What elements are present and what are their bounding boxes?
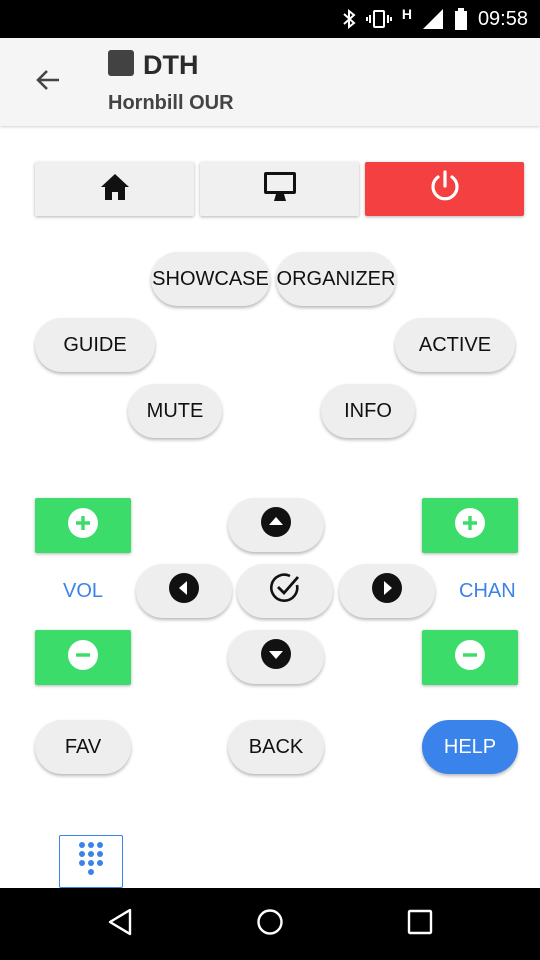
fav-button[interactable]: FAV <box>35 720 131 774</box>
power-icon <box>428 169 462 209</box>
guide-button[interactable]: GUIDE <box>35 318 155 372</box>
dpad-ok-button[interactable] <box>237 564 333 618</box>
active-button[interactable]: ACTIVE <box>395 318 515 372</box>
nav-home-button[interactable] <box>230 888 310 960</box>
volume-up-button[interactable] <box>35 498 131 553</box>
page-title: DTH <box>143 50 199 80</box>
arrow-down-circle-icon <box>260 638 292 676</box>
dialpad-icon <box>78 841 104 882</box>
app-bar: DTH Hornbill OUR <box>0 38 540 126</box>
minus-circle-icon <box>67 639 99 676</box>
bluetooth-icon <box>342 9 356 29</box>
tv-button[interactable] <box>200 162 359 216</box>
network-type-indicator: H <box>401 6 412 22</box>
home-circle-icon <box>256 908 284 941</box>
info-button[interactable]: INFO <box>321 384 415 438</box>
arrow-right-circle-icon <box>371 572 403 610</box>
back-triangle-icon <box>107 908 133 941</box>
battery-icon <box>454 8 468 30</box>
channel-down-button[interactable] <box>422 630 518 685</box>
volume-label: VOL <box>63 580 104 602</box>
back-button[interactable]: BACK <box>228 720 324 774</box>
arrow-left-circle-icon <box>168 572 200 610</box>
arrow-up-circle-icon <box>260 506 292 544</box>
nav-back-button[interactable] <box>80 888 160 960</box>
status-bar: H 09:58 <box>0 0 540 38</box>
plus-circle-icon <box>67 507 99 544</box>
device-icon <box>108 50 134 76</box>
dpad-up-button[interactable] <box>228 498 324 552</box>
dpad-down-button[interactable] <box>228 630 324 684</box>
home-button[interactable] <box>35 162 194 216</box>
vibrate-icon <box>365 9 392 29</box>
check-circle-icon <box>268 571 302 611</box>
arrow-back-icon <box>35 68 61 97</box>
power-button[interactable] <box>365 162 524 216</box>
showcase-button[interactable]: SHOWCASE <box>151 252 270 306</box>
volume-down-button[interactable] <box>35 630 131 685</box>
mute-button[interactable]: MUTE <box>128 384 222 438</box>
dpad-right-button[interactable] <box>339 564 435 618</box>
home-icon <box>100 173 130 206</box>
page-subtitle: Hornbill OUR <box>108 92 234 114</box>
channel-up-button[interactable] <box>422 498 518 553</box>
help-button[interactable]: HELP <box>422 720 518 774</box>
channel-label: CHAN <box>459 580 516 602</box>
system-navigation-bar <box>0 888 540 960</box>
status-time: 09:58 <box>477 7 528 30</box>
keypad-button[interactable] <box>59 835 123 888</box>
dpad-left-button[interactable] <box>136 564 232 618</box>
nav-recents-button[interactable] <box>380 888 460 960</box>
recents-square-icon <box>407 909 433 940</box>
back-navigation-button[interactable] <box>28 62 68 102</box>
minus-circle-icon <box>454 639 486 676</box>
signal-icon <box>422 8 444 30</box>
plus-circle-icon <box>454 507 486 544</box>
monitor-icon <box>263 171 297 208</box>
organizer-button[interactable]: ORGANIZER <box>276 252 396 306</box>
